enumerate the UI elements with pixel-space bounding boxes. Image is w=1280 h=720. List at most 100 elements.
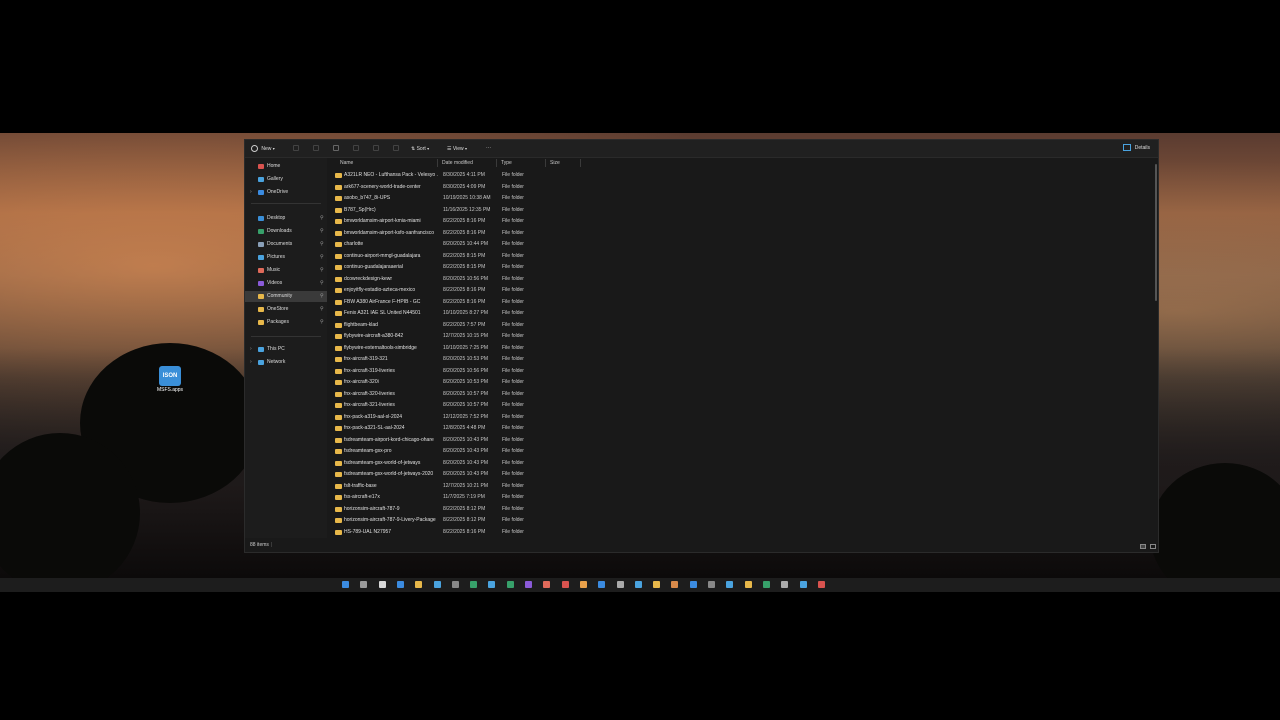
taskbar-app-icon[interactable] — [342, 581, 349, 588]
table-row[interactable]: fnx-aircraft-319-321 8/20/2025 10:53 PM Fi… — [333, 354, 563, 365]
chevron-right-icon[interactable]: › — [250, 357, 252, 368]
taskbar-app-icon[interactable] — [451, 581, 459, 588]
table-row[interactable]: dcowreckdesign-kewr 8/20/2025 10:56 PM Fil… — [333, 274, 563, 285]
table-row[interactable]: continuo-airport-mmgl-guadalajara 8/22/20… — [333, 251, 563, 262]
taskbar-app-icon[interactable] — [488, 581, 496, 588]
table-row[interactable]: fnx-pack-a321-SL-aal-2024 12/8/2025 4:48 … — [333, 423, 563, 434]
sidebar-item-videos[interactable]: Videos ⚲ — [245, 278, 327, 289]
taskbar-app-icon[interactable] — [360, 581, 368, 588]
details-view-icon[interactable] — [1140, 544, 1146, 549]
sidebar-item-downloads[interactable]: Downloads ⚲ — [245, 226, 327, 237]
table-row[interactable]: horizonsim-aircraft-787-9 8/22/2025 8:12 … — [333, 504, 563, 515]
table-row[interactable]: flightbeam-klad 8/22/2025 7:57 PM File fol… — [333, 320, 563, 331]
taskbar-app-icon[interactable] — [781, 581, 789, 588]
share-icon[interactable] — [373, 145, 379, 151]
sort-button[interactable]: ⇅ Sort ▾ — [411, 144, 429, 153]
new-button[interactable]: New ▾ — [251, 144, 275, 153]
taskbar-app-icon[interactable] — [470, 581, 478, 588]
view-button[interactable]: ☰ View ▾ — [447, 144, 467, 153]
taskbar-app-icon[interactable] — [689, 581, 697, 588]
taskbar-app-icon[interactable] — [396, 581, 404, 588]
table-row[interactable]: asobo_b747_8i-UPS 10/19/2025 10:38 AM File… — [333, 193, 563, 204]
sidebar-item-desktop[interactable]: Desktop ⚲ — [245, 213, 327, 224]
taskbar-app-icon[interactable] — [598, 581, 606, 588]
table-row[interactable]: HS-789-UAL N27957 8/22/2025 8:16 PM File f… — [333, 527, 563, 538]
column-divider[interactable] — [496, 159, 497, 167]
table-row[interactable]: charlotte 8/20/2025 10:44 PM File folder — [333, 239, 563, 250]
table-row[interactable]: Fenix A321 IAE SL United N44501 10/10/202… — [333, 308, 563, 319]
sidebar-item-gallery[interactable]: Gallery — [245, 174, 327, 185]
table-row[interactable]: bmworldamsim-airport-ksfo-sanfrancisco 8/… — [333, 228, 563, 239]
desktop-shortcut[interactable]: ISON MSFS.apps — [155, 366, 185, 393]
table-row[interactable]: fnx-aircraft-320i 8/20/2025 10:53 PM File … — [333, 377, 563, 388]
taskbar-app-icon[interactable] — [506, 581, 514, 588]
column-divider[interactable] — [580, 159, 581, 167]
table-row[interactable]: enjoyitfly-estadio-azteca-mexico 8/22/202… — [333, 285, 563, 296]
table-row[interactable]: fsdreamteam-gsx-world-of-jetways 8/20/202… — [333, 458, 563, 469]
sidebar-item-onedrive[interactable]: › OneDrive — [245, 187, 327, 198]
table-row[interactable]: ark677-scenery-world-trade-center 8/30/20… — [333, 182, 563, 193]
paste-icon[interactable] — [333, 145, 339, 151]
table-row[interactable]: continuo-guadalajaraaerial 8/22/2025 8:15… — [333, 262, 563, 273]
table-row[interactable]: fsdreamteam-gsx-world-of-jetways-2020 8/2… — [333, 469, 563, 480]
chevron-right-icon[interactable]: › — [250, 187, 252, 198]
taskbar-app-icon[interactable] — [634, 581, 642, 588]
sidebar-item-this-pc[interactable]: › This PC — [245, 344, 327, 355]
taskbar-app-icon[interactable] — [525, 581, 532, 588]
table-row[interactable]: fnx-pack-a319-aal-sl-2024 12/12/2025 7:52… — [333, 412, 563, 423]
taskbar-app-icon[interactable] — [744, 581, 752, 588]
chevron-right-icon[interactable]: › — [250, 344, 252, 355]
table-row[interactable]: flybywire-aircraft-a380-842 12/7/2025 10:… — [333, 331, 563, 342]
sidebar-item-home[interactable]: Home — [245, 161, 327, 172]
vertical-scrollbar[interactable] — [1155, 164, 1157, 301]
sidebar-item-pictures[interactable]: Pictures ⚲ — [245, 252, 327, 263]
more-options-button[interactable]: ··· — [486, 144, 491, 153]
sidebar-item-community[interactable]: Community ⚲ — [245, 291, 327, 302]
taskbar-app-icon[interactable] — [433, 581, 441, 588]
file-name: ark677-scenery-world-trade-center — [344, 183, 421, 190]
taskbar-app-icon[interactable] — [579, 581, 587, 588]
table-row[interactable]: fsdreamteam-airport-kord-chicago-ohare 8/… — [333, 435, 563, 446]
details-pane-button[interactable]: Details — [1123, 144, 1150, 153]
table-row[interactable]: fss-aircraft-e17x 11/7/2025 7:19 PM File f… — [333, 492, 563, 503]
taskbar-app-icon[interactable] — [799, 581, 807, 588]
taskbar-app-icon[interactable] — [708, 581, 715, 588]
table-row[interactable]: horizonsim-aircraft-787-9-Livery-Package… — [333, 515, 563, 526]
taskbar-app-icon[interactable] — [817, 581, 825, 588]
table-row[interactable]: fnx-aircraft-319-liveries 8/20/2025 10:56… — [333, 366, 563, 377]
table-row[interactable]: A321LR NEO - Lufthansa Pack - Velesyo ..… — [333, 170, 563, 181]
sidebar-item-network[interactable]: › Network — [245, 357, 327, 368]
taskbar-app-icon[interactable] — [726, 581, 734, 588]
delete-icon[interactable] — [393, 145, 399, 151]
cut-icon[interactable] — [293, 145, 299, 151]
column-header-type[interactable]: Type — [501, 159, 512, 168]
column-header-date[interactable]: Date modified — [442, 159, 473, 168]
taskbar-app-icon[interactable] — [671, 581, 679, 588]
table-row[interactable]: fnx-aircraft-320-liveries 8/20/2025 10:57… — [333, 389, 563, 400]
column-header-name[interactable]: Name — [340, 159, 353, 168]
table-row[interactable]: flybywire-externaltools-simbridge 10/10/2… — [333, 343, 563, 354]
sidebar-item-documents[interactable]: Documents ⚲ — [245, 239, 327, 250]
taskbar-app-icon[interactable] — [561, 581, 569, 588]
table-row[interactable]: FBW A380 AirFrance F-HPIB - GC 8/22/2025 … — [333, 297, 563, 308]
taskbar-app-icon[interactable] — [762, 581, 770, 588]
column-divider[interactable] — [437, 159, 438, 167]
table-row[interactable]: B787_Sp(Hrc) 11/16/2025 12:35 PM File fold… — [333, 205, 563, 216]
table-row[interactable]: bmworldamsim-airport-kmia-miami 8/22/2025… — [333, 216, 563, 227]
copy-icon[interactable] — [313, 145, 319, 151]
tiles-view-icon[interactable] — [1150, 544, 1156, 549]
sidebar-item-music[interactable]: Music ⚲ — [245, 265, 327, 276]
sidebar-item-onestore[interactable]: OneStore ⚲ — [245, 304, 327, 315]
taskbar-app-icon[interactable] — [616, 581, 624, 588]
taskbar-app-icon[interactable] — [543, 581, 551, 588]
column-divider[interactable] — [545, 159, 546, 167]
table-row[interactable]: fnx-aircraft-321-liveries 8/20/2025 10:57… — [333, 400, 563, 411]
table-row[interactable]: fsdreamteam-gsx-pro 8/20/2025 10:43 PM Fil… — [333, 446, 563, 457]
column-header-size[interactable]: Size — [550, 159, 560, 168]
rename-icon[interactable] — [353, 145, 359, 151]
taskbar-app-icon[interactable] — [415, 581, 423, 588]
taskbar-app-icon[interactable] — [653, 581, 661, 588]
sidebar-item-packages[interactable]: Packages ⚲ — [245, 317, 327, 328]
table-row[interactable]: fslt-traffic-base 12/7/2025 10:21 PM File … — [333, 481, 563, 492]
taskbar-app-icon[interactable] — [378, 581, 386, 588]
